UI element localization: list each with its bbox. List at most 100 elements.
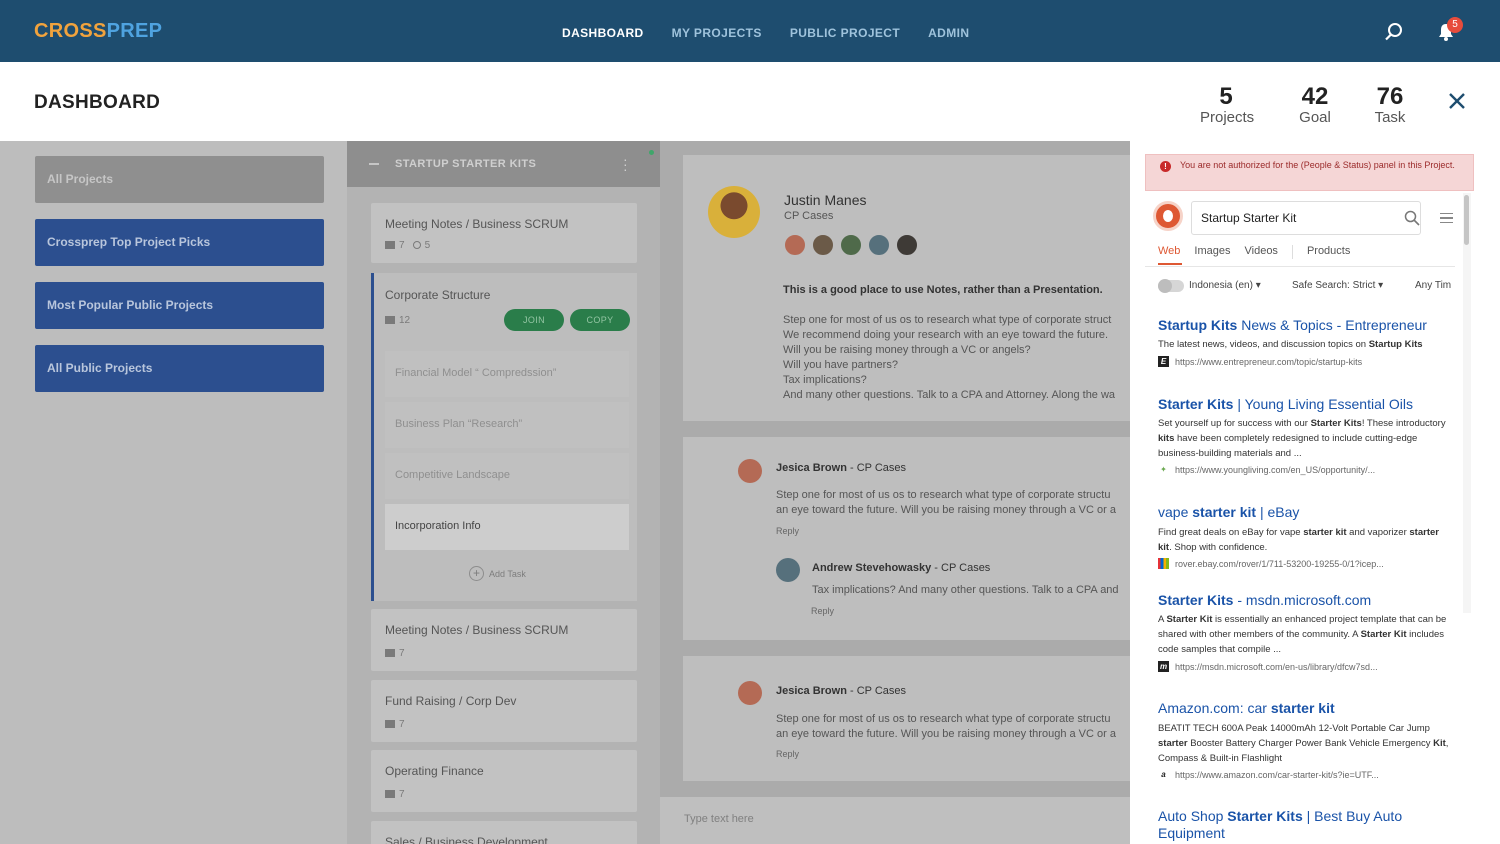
board-column-title: STARTUP STARTER KITS xyxy=(395,158,537,170)
sidebar-item-most-popular[interactable]: Most Popular Public Projects xyxy=(35,282,324,329)
stat-task: 76 Task xyxy=(1374,83,1406,126)
result-url[interactable]: rover.ebay.com/rover/1/711-53200-19255-0… xyxy=(1158,558,1384,569)
favicon-icon: a xyxy=(1161,770,1166,779)
avatar xyxy=(708,186,760,238)
result-url[interactable]: Ehttps://www.entrepreneur.com/topic/star… xyxy=(1158,356,1362,367)
auth-alert: ! You are not authorized for the (People… xyxy=(1145,154,1474,191)
comment-author: Jesica Brown - CP Cases xyxy=(776,685,907,697)
comment-body: Step one for most of us os to research w… xyxy=(776,489,1116,516)
divider xyxy=(1291,245,1293,259)
comment-icon xyxy=(385,649,395,658)
favicon-icon xyxy=(1158,558,1169,569)
favicon-icon: E xyxy=(1158,356,1169,367)
result-url[interactable]: ✦ https://www.youngliving.com/en_US/oppor… xyxy=(1158,464,1375,475)
nav-admin[interactable]: ADMIN xyxy=(928,26,969,40)
close-icon[interactable] xyxy=(1446,90,1468,112)
search-tabs: Web Images Videos Products xyxy=(1158,245,1364,259)
copy-button[interactable]: COPY xyxy=(570,309,630,331)
avatar[interactable] xyxy=(839,233,863,257)
sidebar-item-top-picks[interactable]: Crossprep Top Project Picks xyxy=(35,219,324,266)
comment-body: Tax implications? And many other questio… xyxy=(812,584,1119,596)
result-title[interactable]: Auto Shop Starter Kits | Best Buy Auto E… xyxy=(1158,808,1458,842)
task-card[interactable]: Fund Raising / Corp Dev 7 xyxy=(371,680,637,742)
menu-icon[interactable] xyxy=(1440,213,1453,223)
tab-products[interactable]: Products xyxy=(1307,245,1350,259)
member-avatars xyxy=(783,233,919,257)
avatar[interactable] xyxy=(783,233,807,257)
nav-dashboard[interactable]: DASHBOARD xyxy=(562,26,644,40)
reply-link[interactable]: Reply xyxy=(811,606,834,616)
task-card[interactable]: Sales / Business Development xyxy=(371,821,637,844)
tab-videos[interactable]: Videos xyxy=(1245,245,1278,259)
avatar[interactable] xyxy=(895,233,919,257)
message-input[interactable]: Type text here xyxy=(660,797,1130,844)
avatar xyxy=(738,681,762,705)
search-icon[interactable] xyxy=(1404,210,1420,226)
avatar[interactable] xyxy=(867,233,891,257)
result-description: Set yourself up for success with our Sta… xyxy=(1158,418,1446,459)
tab-images[interactable]: Images xyxy=(1194,245,1230,259)
avatar xyxy=(776,558,800,582)
scrollbar[interactable] xyxy=(1464,195,1469,245)
board-column: STARTUP STARTER KITS · · · Meeting Notes /… xyxy=(347,141,660,844)
result-title[interactable]: Starter Kits - msdn.microsoft.com xyxy=(1158,592,1371,609)
result-title[interactable]: Starter Kits | Young Living Essential Oi… xyxy=(1158,396,1413,413)
nav-public-project[interactable]: PUBLIC PROJECT xyxy=(790,26,900,40)
task-card[interactable]: Operating Finance 7 xyxy=(371,750,637,812)
result-title[interactable]: vape starter kit | eBay xyxy=(1158,504,1299,521)
comment-icon xyxy=(385,720,395,729)
main-content-dimmed: All Projects Crossprep Top Project Picks… xyxy=(0,141,1130,844)
search-input[interactable]: Startup Starter Kit xyxy=(1191,201,1421,235)
notes-column: Justin Manes CP Cases This is a good pla… xyxy=(660,141,1130,844)
result-description: A Starter Kit is essentially an enhanced… xyxy=(1158,614,1447,655)
plus-icon: + xyxy=(469,566,484,581)
comment-author: Andrew Stevehowasky - CP Cases xyxy=(812,562,991,574)
region-toggle[interactable] xyxy=(1158,279,1184,293)
subtask-item[interactable]: Business Plan “Research” xyxy=(385,402,629,448)
nav-my-projects[interactable]: MY PROJECTS xyxy=(672,26,762,40)
task-card[interactable]: Meeting Notes / Business SCRUM 75 xyxy=(371,203,637,263)
collapse-icon[interactable] xyxy=(369,163,379,165)
logo[interactable]: CROSSPREP xyxy=(34,20,162,43)
page-title: DASHBOARD xyxy=(34,92,161,113)
comment-author: Jesica Brown - CP Cases xyxy=(776,462,907,474)
comment-thread: Jesica Brown - CP Cases Step one for mos… xyxy=(683,656,1130,781)
scrollbar-track[interactable] xyxy=(1463,193,1471,613)
search-icon[interactable] xyxy=(1384,22,1404,42)
duckduckgo-logo[interactable] xyxy=(1153,201,1183,231)
result-description: The latest news, videos, and discussion … xyxy=(1158,339,1423,350)
region-filter[interactable]: Indonesia (en) ▾ xyxy=(1189,280,1261,291)
nav-links: DASHBOARD MY PROJECTS PUBLIC PROJECT ADM… xyxy=(562,26,969,40)
add-task-button[interactable]: + Add Task xyxy=(469,566,526,581)
result-description: Find great deals on eBay for vape starte… xyxy=(1158,527,1439,553)
avatar xyxy=(738,459,762,483)
result-title[interactable]: Amazon.com: car starter kit xyxy=(1158,700,1335,717)
reply-link[interactable]: Reply xyxy=(776,526,799,536)
subtask-item[interactable]: Competitive Landscape xyxy=(385,453,629,499)
page-header: DASHBOARD 5 Projects 42 Goal 76 Task xyxy=(0,62,1500,142)
author-subtitle: CP Cases xyxy=(784,210,834,222)
time-filter[interactable]: Any Tim xyxy=(1415,280,1451,291)
comment-icon xyxy=(385,790,395,799)
safe-search-filter[interactable]: Safe Search: Strict ▾ xyxy=(1292,280,1383,291)
task-card[interactable]: Meeting Notes / Business SCRUM 7 xyxy=(371,609,637,671)
top-navbar: CROSSPREP DASHBOARD MY PROJECTS PUBLIC P… xyxy=(0,0,1500,62)
comment-body: Step one for most of us os to research w… xyxy=(776,713,1116,740)
subtask-item[interactable]: Financial Model “ Compredssion” xyxy=(385,351,629,397)
stat-projects: 5 Projects xyxy=(1200,83,1255,126)
result-url[interactable]: a https://www.amazon.com/car-starter-kit/… xyxy=(1158,769,1379,780)
reply-link[interactable]: Reply xyxy=(776,749,799,759)
subtask-item[interactable]: Incorporation Info xyxy=(385,504,629,550)
sidebar-item-all-projects[interactable]: All Projects xyxy=(35,156,324,203)
result-title[interactable]: Startup Kits News & Topics - Entrepreneu… xyxy=(1158,317,1427,334)
favicon-icon: ✦ xyxy=(1160,465,1167,474)
sidebar-item-all-public[interactable]: All Public Projects xyxy=(35,345,324,392)
result-url[interactable]: m https://msdn.microsoft.com/en-us/librar… xyxy=(1158,661,1378,672)
join-button[interactable]: JOIN xyxy=(504,309,564,331)
side-panel: ! You are not authorized for the (People… xyxy=(1130,141,1500,844)
more-options-icon[interactable]: · · · xyxy=(623,152,628,176)
tab-web[interactable]: Web xyxy=(1158,245,1180,259)
notification-badge: 5 xyxy=(1447,17,1463,33)
avatar[interactable] xyxy=(811,233,835,257)
comment-icon xyxy=(385,241,395,250)
